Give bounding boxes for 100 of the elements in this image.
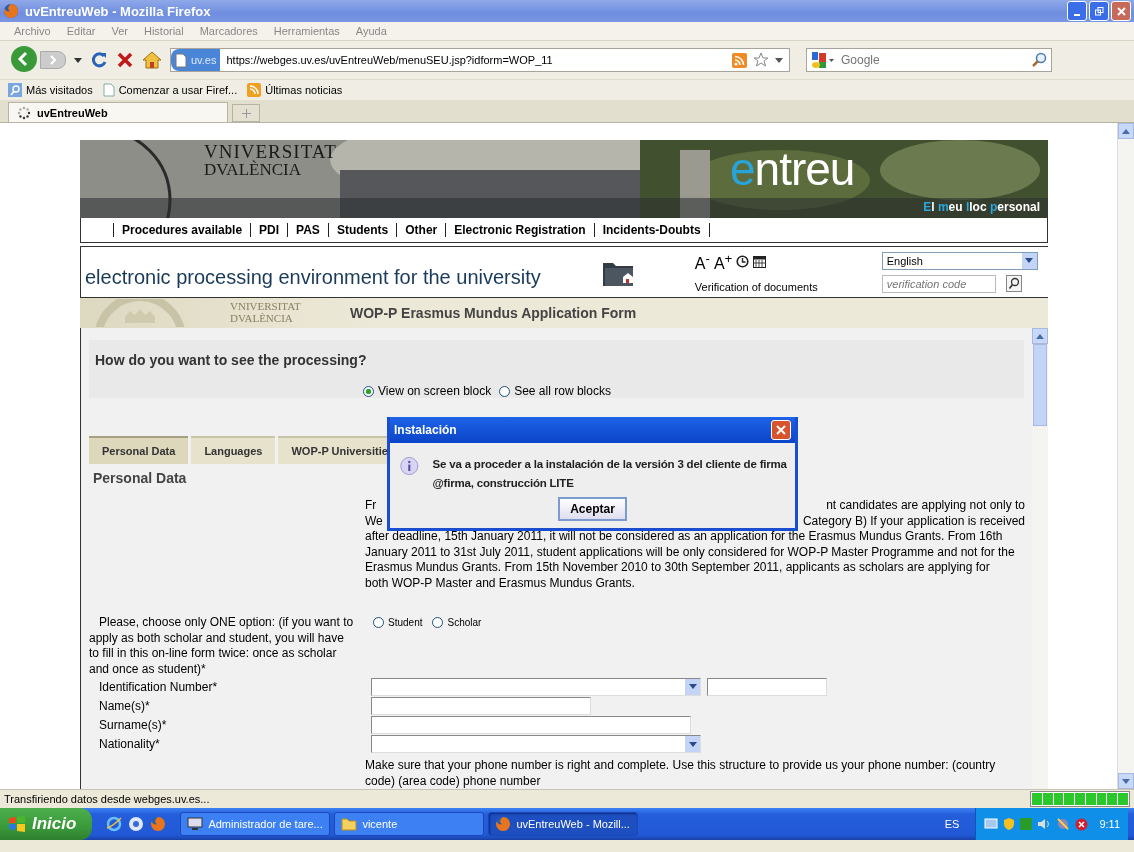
scroll-up-icon[interactable] bbox=[1122, 128, 1130, 134]
field-label: Surname(s)* bbox=[98, 718, 168, 733]
restore-button[interactable] bbox=[1089, 1, 1109, 21]
calendar-icon[interactable] bbox=[753, 256, 767, 268]
address-bar[interactable]: uv.es https://webges.uv.es/uvEntreuWeb/menuSEU.jsp?idform=WOP_11 bbox=[170, 48, 790, 72]
bookmark-item[interactable]: Comenzar a usar Firef... bbox=[102, 83, 238, 97]
radio-button[interactable] bbox=[363, 385, 374, 397]
dropdown-arrow-icon bbox=[688, 684, 697, 690]
forward-button[interactable] bbox=[40, 51, 66, 69]
status-text: Transfiriendo datos desde webges.uv.es... bbox=[4, 793, 210, 805]
verification-code-field[interactable]: verification code bbox=[881, 274, 996, 293]
home-icon[interactable] bbox=[142, 51, 162, 69]
notice-text: Fr bbox=[365, 498, 377, 514]
notice-text: nt candidates are applying not only to bbox=[826, 498, 1025, 514]
dialog-title: Instalación bbox=[394, 423, 457, 437]
radio-button[interactable] bbox=[499, 385, 511, 397]
url-text: https://webges.uv.es/uvEntreuWeb/menuSEU.jsp?idform=WOP_11 bbox=[226, 54, 554, 66]
notice-text: after deadline, 15th January 2011, it will not be considered as an application for the Erasmus Mundus Grants. From 16th January 2011 to 31st July 2011, student applications will be only considered for WOP-P Master Programme and not for the Erasmus Mundus Grants. From 15th November 2010 to 30th September 2011, applicants as scholars are applying for both WOP-P Master and Erasmus Mundus Grants. bbox=[365, 529, 1016, 591]
section-title: Personal Data bbox=[93, 470, 187, 486]
scroll-down-icon[interactable] bbox=[1122, 778, 1130, 784]
notice-text: We bbox=[365, 513, 383, 529]
dropdown-field[interactable] bbox=[371, 677, 701, 696]
clock: 9:11 bbox=[1099, 818, 1120, 830]
radio-label[interactable]: View on screen block bbox=[378, 384, 492, 398]
bookmark-item[interactable]: Últimas noticias bbox=[247, 83, 343, 97]
windows-flag-icon bbox=[8, 816, 26, 832]
back-icon bbox=[10, 45, 38, 73]
close-button[interactable] bbox=[771, 420, 791, 440]
taskbar-button[interactable]: Administrador de tare... bbox=[180, 812, 331, 836]
minimize-button[interactable] bbox=[1067, 1, 1087, 21]
scroll-thumb[interactable] bbox=[1033, 344, 1047, 426]
restore-icon bbox=[1094, 6, 1104, 16]
field-label: Identification Number* bbox=[98, 679, 219, 694]
scroll-up-icon[interactable] bbox=[1036, 333, 1044, 339]
nav-link[interactable]: Procedures available bbox=[122, 223, 243, 237]
verification-label: Verification of documents bbox=[694, 281, 819, 294]
notice-text: Category B) If your application is received bbox=[802, 513, 1025, 529]
close-button[interactable] bbox=[1111, 1, 1131, 21]
speaker-icon[interactable] bbox=[1037, 817, 1052, 831]
nav-link[interactable]: PAS bbox=[296, 223, 320, 237]
radio-label[interactable]: Scholar bbox=[447, 617, 482, 628]
field-label: Nationality* bbox=[98, 737, 161, 752]
forward-icon bbox=[47, 54, 59, 66]
plus-icon bbox=[241, 108, 251, 118]
university-city: DVALÈNCIA bbox=[230, 312, 293, 324]
nav-link[interactable]: Electronic Registration bbox=[454, 223, 586, 237]
new-tab-button[interactable] bbox=[232, 104, 260, 122]
clock-icon[interactable] bbox=[736, 255, 750, 269]
folder-icon bbox=[341, 817, 358, 831]
language-indicator[interactable]: ES bbox=[932, 818, 972, 830]
nav-link[interactable]: PDI bbox=[259, 223, 280, 237]
form-tab[interactable]: Personal Data bbox=[89, 436, 189, 464]
text-field[interactable] bbox=[371, 696, 591, 715]
university-name: VNIVERSITAT bbox=[204, 142, 337, 161]
search-engine-icon[interactable] bbox=[811, 51, 835, 69]
rss-icon[interactable] bbox=[732, 52, 747, 68]
taskbar-button[interactable]: uvEntreuWeb - Mozill... bbox=[488, 812, 639, 836]
accept-button[interactable]: Aceptar bbox=[558, 497, 627, 521]
dropdown-field[interactable] bbox=[371, 735, 701, 754]
nav-link[interactable]: Other bbox=[405, 223, 438, 237]
radio-label[interactable]: See all row blocks bbox=[514, 384, 611, 398]
radio-button[interactable] bbox=[373, 617, 384, 628]
font-size-button[interactable]: A$^{-}$ bbox=[694, 250, 710, 274]
dropdown-arrow-icon bbox=[1025, 258, 1034, 263]
firefox-icon bbox=[495, 816, 512, 832]
form-title: WOP-P Erasmus Mundus Application Form bbox=[350, 305, 637, 321]
font-size-button[interactable]: A$^{+}$ bbox=[713, 250, 733, 274]
page-icon bbox=[102, 83, 115, 97]
scrollbar[interactable] bbox=[1117, 123, 1134, 789]
search-field[interactable]: Google bbox=[806, 48, 1052, 72]
form-tab[interactable]: Languages bbox=[191, 436, 276, 464]
stop-icon[interactable] bbox=[116, 51, 134, 69]
radio-button[interactable] bbox=[432, 617, 444, 628]
rss-icon bbox=[247, 83, 262, 97]
back-button[interactable] bbox=[10, 45, 40, 75]
dropdown-icon[interactable] bbox=[775, 57, 783, 63]
nav-link[interactable]: Students bbox=[336, 223, 389, 237]
search-icon[interactable] bbox=[1005, 275, 1022, 292]
radio-label[interactable]: Student bbox=[388, 617, 423, 628]
taskbar-button[interactable]: vicente bbox=[334, 812, 485, 836]
nav-link[interactable]: Incidents-Doubts bbox=[602, 223, 701, 237]
firefox-icon bbox=[3, 3, 19, 19]
language-select[interactable]: English bbox=[881, 251, 1038, 270]
dropdown-icon[interactable] bbox=[74, 57, 82, 63]
dialog-message: Se va a proceder a la instalación de la versión 3 del cliente de firma @firma, construcción LITE bbox=[432, 457, 788, 491]
reload-icon[interactable] bbox=[90, 51, 108, 69]
text-field[interactable] bbox=[707, 677, 827, 696]
site-slogan: electronic processing environment for the university bbox=[85, 266, 541, 289]
university-city: DVALÈNCIA bbox=[204, 161, 302, 178]
page-icon bbox=[175, 52, 187, 68]
text-field[interactable] bbox=[371, 716, 691, 735]
view-mode-question: How do you want to see the processing? bbox=[95, 352, 368, 368]
bookmark-item[interactable]: Más visitados bbox=[8, 83, 93, 97]
close-icon bbox=[1116, 6, 1126, 16]
browser-tab[interactable]: uvEntreuWeb bbox=[8, 102, 228, 122]
phone-hint: Make sure that your phone number is right and complete. Use this structure to provide us your phone number: (country code) (area code) phone number bbox=[365, 758, 997, 789]
star-icon[interactable] bbox=[753, 52, 769, 68]
firefox-icon[interactable] bbox=[150, 816, 167, 832]
university-name: VNIVERSITAT bbox=[230, 300, 301, 312]
browser-icon[interactable] bbox=[106, 816, 123, 832]
